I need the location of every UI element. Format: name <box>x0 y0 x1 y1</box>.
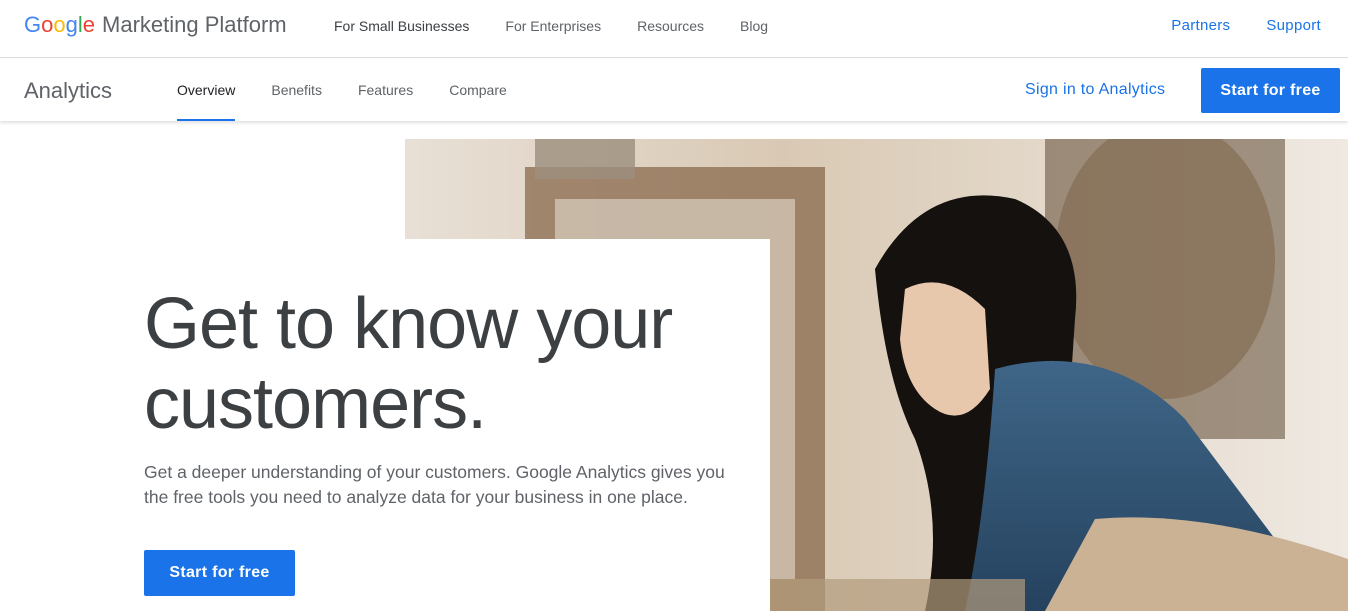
logo-letter: o <box>41 12 54 37</box>
product-nav-bar: Analytics Overview Benefits Features Com… <box>0 59 1348 121</box>
top-nav-enterprises[interactable]: For Enterprises <box>505 18 601 34</box>
top-right-links: Partners Support <box>1171 17 1321 34</box>
logo-letter: o <box>53 12 66 37</box>
logo-letter: G <box>24 12 42 37</box>
tab-overview[interactable]: Overview <box>177 59 236 121</box>
start-for-free-hero-button[interactable]: Start for free <box>144 550 295 596</box>
hero-headline-line1: Get to know your <box>144 284 673 364</box>
hero-headline: Get to know your customers. <box>144 284 764 444</box>
platform-name: Marketing Platform <box>102 12 287 37</box>
google-marketing-platform-logo[interactable]: Google Marketing Platform <box>24 12 287 38</box>
hero-headline-line2: customers. <box>144 364 487 444</box>
sign-in-link[interactable]: Sign in to Analytics <box>1025 81 1165 99</box>
top-nav-blog[interactable]: Blog <box>740 18 768 34</box>
hero-description: Get a deeper understanding of your custo… <box>144 462 725 507</box>
tab-features[interactable]: Features <box>358 59 413 121</box>
product-tabs: Overview Benefits Features Compare <box>177 59 507 121</box>
top-nav-resources[interactable]: Resources <box>637 18 704 34</box>
logo-letter: e <box>82 12 96 37</box>
start-for-free-header-button[interactable]: Start for free <box>1201 68 1340 113</box>
support-link[interactable]: Support <box>1266 17 1321 34</box>
top-nav: For Small Businesses For Enterprises Res… <box>334 18 768 34</box>
top-nav-small-businesses[interactable]: For Small Businesses <box>334 18 469 34</box>
shelf-top <box>535 139 635 179</box>
tab-benefits[interactable]: Benefits <box>271 59 322 121</box>
google-wordmark: Google <box>24 12 95 38</box>
tab-compare[interactable]: Compare <box>449 59 507 121</box>
top-header: Google Marketing Platform For Small Busi… <box>0 0 1348 58</box>
partners-link[interactable]: Partners <box>1171 17 1230 34</box>
logo-letter: g <box>65 12 78 37</box>
product-title[interactable]: Analytics <box>24 78 112 104</box>
